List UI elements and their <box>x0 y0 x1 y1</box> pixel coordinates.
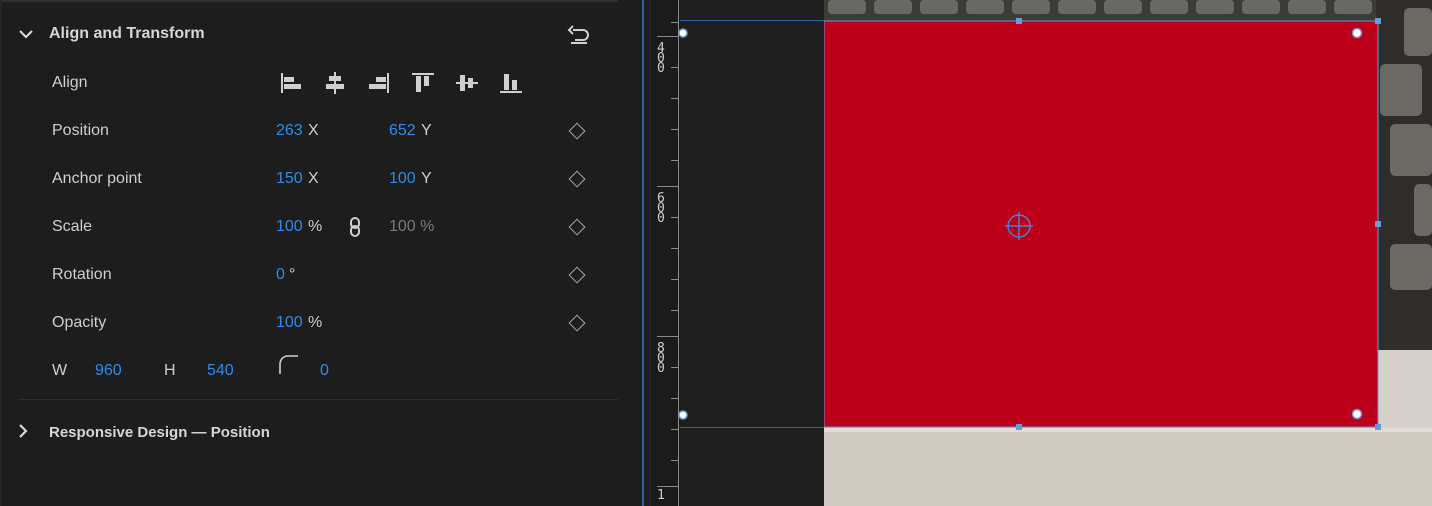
anchor-x-value[interactable]: 150 <box>276 170 303 188</box>
scale-label: Scale <box>52 218 93 235</box>
corner-radius-handle[interactable] <box>678 409 688 421</box>
reset-icon[interactable] <box>566 22 592 46</box>
ruler-tick <box>671 22 679 23</box>
section-header-align-transform[interactable]: Align and Transform <box>0 18 620 52</box>
ruler-tick <box>657 186 679 187</box>
align-buttons <box>278 70 528 96</box>
rotation-label: Rotation <box>52 266 112 283</box>
anchor-x-unit: X <box>308 170 319 187</box>
ruler-tick <box>657 336 679 337</box>
keyframe-diamond-icon[interactable] <box>568 122 586 140</box>
anchor-y-unit: Y <box>421 170 432 187</box>
section-divider <box>18 399 618 400</box>
position-y-unit: Y <box>421 122 432 139</box>
ruler-tick <box>671 129 679 130</box>
ruler-label-800: 8 0 0 <box>657 341 665 376</box>
rotation-value[interactable]: 0 <box>276 266 285 284</box>
keyframe-diamond-icon[interactable] <box>568 314 586 332</box>
scale-unit: % <box>308 218 323 235</box>
align-center-h-icon[interactable] <box>322 70 348 96</box>
width-label: W <box>52 362 68 379</box>
keyframe-diamond-icon[interactable] <box>568 218 586 236</box>
anchor-y-value[interactable]: 100 <box>389 170 416 188</box>
panel-separator[interactable] <box>642 0 644 506</box>
chevron-right-icon[interactable] <box>15 423 31 439</box>
scale-linked-value: 100 % <box>389 218 435 235</box>
align-left-icon[interactable] <box>278 70 304 96</box>
chevron-down-icon[interactable] <box>17 25 35 43</box>
opacity-label: Opacity <box>52 314 107 331</box>
responsive-design-title: Responsive Design — Position <box>49 424 270 441</box>
opacity-unit: % <box>308 314 323 331</box>
ruler-tick <box>671 248 679 249</box>
align-label: Align <box>52 74 88 91</box>
essential-graphics-panel: Align and Transform Align Position 263 X <box>0 0 642 506</box>
keyframe-diamond-icon[interactable] <box>568 170 586 188</box>
ruler-tick <box>657 36 679 37</box>
position-label: Position <box>52 122 109 139</box>
corner-radius-icon <box>279 355 298 374</box>
canvas-pasteboard[interactable] <box>680 0 824 506</box>
position-x-unit: X <box>308 122 319 139</box>
bottom-guide-line <box>680 427 824 428</box>
position-x-value[interactable]: 263 <box>276 122 303 140</box>
ruler-label-400: 4 0 0 <box>657 41 665 76</box>
ruler-label-1000: 1 <box>657 488 665 503</box>
ruler-tick <box>671 367 679 368</box>
ruler-tick <box>671 398 679 399</box>
ruler-tick <box>671 429 679 430</box>
align-bottom-icon[interactable] <box>498 70 524 96</box>
panel-top-border <box>0 0 618 2</box>
corner-radius-value[interactable]: 0 <box>320 362 329 380</box>
section-title: Align and Transform <box>49 25 205 42</box>
rotation-unit: ° <box>289 266 296 283</box>
ruler-tick <box>671 279 679 280</box>
corner-radius-handle[interactable] <box>678 27 688 39</box>
link-icon[interactable] <box>348 216 362 238</box>
position-y-value[interactable]: 652 <box>389 122 416 140</box>
anchor-point-label: Anchor point <box>52 170 142 187</box>
section-header-responsive-design[interactable]: Responsive Design — Position <box>0 418 620 448</box>
ruler-tick <box>671 217 679 218</box>
ruler-label-600: 6 0 0 <box>657 191 665 226</box>
ruler-tick <box>671 67 679 68</box>
align-right-icon[interactable] <box>366 70 392 96</box>
selected-shape-layer[interactable] <box>824 0 1432 506</box>
corner-radius-handle <box>1351 27 1363 39</box>
ruler-tick <box>671 160 679 161</box>
corner-radius-handle <box>1351 408 1363 420</box>
video-frame <box>824 0 1432 506</box>
align-top-icon[interactable] <box>410 70 436 96</box>
width-value[interactable]: 960 <box>95 362 122 380</box>
red-rectangle-shape <box>824 21 1378 427</box>
height-label: H <box>164 362 176 379</box>
ruler-tick <box>671 310 679 311</box>
ruler-tick <box>671 98 679 99</box>
top-guide-line <box>680 20 824 21</box>
height-value[interactable]: 540 <box>207 362 234 380</box>
ruler-baseline <box>678 0 679 506</box>
align-middle-v-icon[interactable] <box>454 70 480 96</box>
scale-value[interactable]: 100 <box>276 218 303 236</box>
ruler-tick <box>657 486 679 487</box>
keyframe-diamond-icon[interactable] <box>568 266 586 284</box>
ruler-tick <box>671 460 679 461</box>
vertical-ruler[interactable]: 4 0 0 6 0 0 8 0 0 1 <box>650 0 681 506</box>
opacity-value[interactable]: 100 <box>276 314 303 332</box>
